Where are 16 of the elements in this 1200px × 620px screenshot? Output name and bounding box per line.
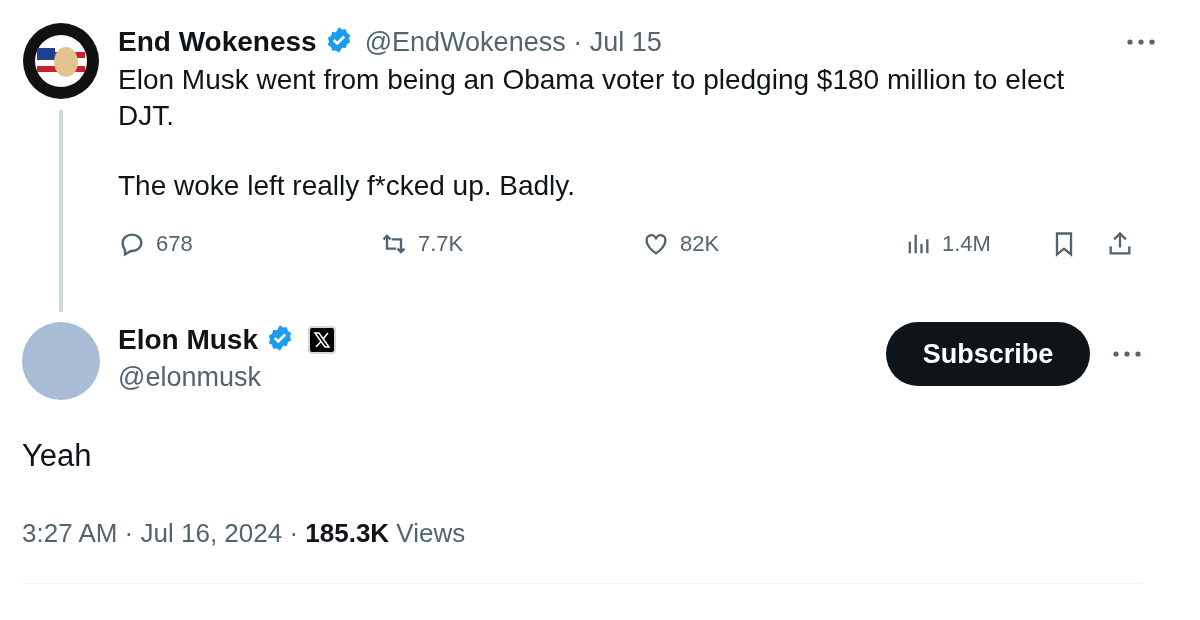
post-text: Elon Musk went from being an Obama voter to pledging $180 million to elect DJT.: [118, 63, 1066, 133]
author-name[interactable]: Elon Musk: [118, 324, 258, 356]
action-count: 678: [156, 231, 193, 257]
subscribe-button[interactable]: Subscribe: [886, 322, 1090, 386]
author-name[interactable]: End Wokeness: [118, 26, 317, 58]
post-text: Yeah: [22, 438, 93, 474]
post-timestamp: 3:27 AM · Jul 16, 2024 · 185.3K Views: [22, 518, 1142, 584]
more-icon[interactable]: [1112, 350, 1142, 358]
action-count: 1.4M: [942, 231, 991, 257]
logo-avatar[interactable]: [22, 22, 100, 100]
post-text: The woke left really f*cked up. Badly.: [118, 169, 577, 203]
handle-and-date: @EndWokeness · Jul 15: [364, 26, 662, 58]
author-handle[interactable]: @elonmusk: [118, 362, 336, 393]
action-count: 7.7K: [418, 231, 464, 257]
action-count: 82K: [680, 231, 720, 257]
more-icon[interactable]: [1126, 38, 1156, 46]
